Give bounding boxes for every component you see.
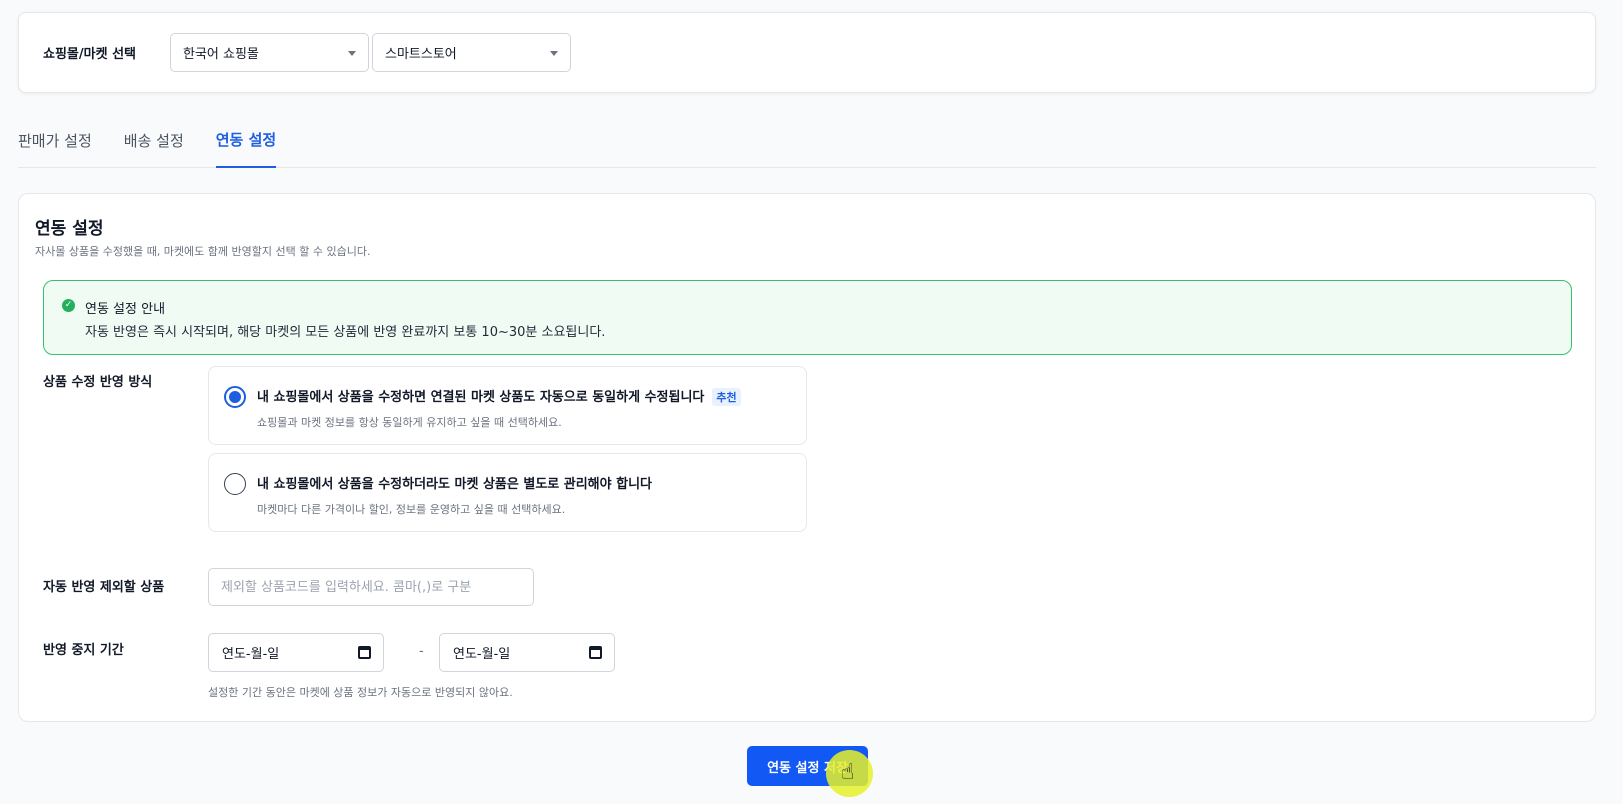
- reflect-mode-label: 상품 수정 반영 방식: [43, 375, 153, 390]
- notice-body: 자동 반영은 즉시 시작되며, 해당 마켓의 모든 상품에 반영 완료까지 보통…: [85, 325, 606, 340]
- panel-title: 연동 설정: [35, 219, 104, 239]
- exclude-products-label: 자동 반영 제외할 상품: [43, 580, 165, 595]
- settings-tabs: 판매가 설정 배송 설정 연동 설정: [18, 118, 1596, 168]
- radio-manual-sync[interactable]: [224, 473, 246, 495]
- pause-end-date-input[interactable]: 연도-월-일: [439, 633, 615, 672]
- market-select[interactable]: 스마트스토어: [372, 33, 571, 72]
- option-auto-description: 쇼핑몰과 마켓 정보를 항상 동일하게 유지하고 싶을 때 선택하세요.: [257, 416, 562, 429]
- check-circle-icon: ✓: [62, 299, 75, 312]
- market-selector-label: 쇼핑몰/마켓 선택: [43, 47, 136, 62]
- calendar-icon[interactable]: [358, 646, 371, 659]
- option-auto-title: 내 쇼핑몰에서 상품을 수정하면 연결된 마켓 상품도 자동으로 동일하게 수정…: [257, 386, 741, 406]
- save-sync-settings-button[interactable]: 연동 설정 저장: [747, 746, 868, 786]
- date-range-separator: -: [419, 644, 424, 659]
- notice-title: 연동 설정 안내: [85, 302, 166, 317]
- pause-end-date-placeholder: 연도-월-일: [453, 647, 511, 662]
- radio-auto-sync[interactable]: [224, 386, 246, 408]
- market-select-value: 스마트스토어: [385, 47, 457, 62]
- sync-notice-box: ✓ 연동 설정 안내 자동 반영은 즉시 시작되며, 해당 마켓의 모든 상품에…: [43, 280, 1572, 355]
- shop-select-value: 한국어 쇼핑몰: [183, 47, 259, 62]
- exclude-products-input[interactable]: [208, 568, 534, 606]
- chevron-down-icon: [348, 51, 356, 56]
- option-manual-description: 마켓마다 다른 가격이나 할인, 정보를 운영하고 싶을 때 선택하세요.: [257, 503, 566, 516]
- panel-description: 자사몰 상품을 수정했을 때, 마켓에도 함께 반영할지 선택 할 수 있습니다…: [35, 245, 371, 258]
- option-auto-title-text: 내 쇼핑몰에서 상품을 수정하면 연결된 마켓 상품도 자동으로 동일하게 수정…: [257, 390, 705, 405]
- recommended-badge: 추천: [712, 388, 741, 406]
- tab-shipping-settings[interactable]: 배송 설정: [124, 118, 184, 168]
- reflect-mode-option-auto[interactable]: 내 쇼핑몰에서 상품을 수정하면 연결된 마켓 상품도 자동으로 동일하게 수정…: [208, 366, 807, 445]
- pause-start-date-placeholder: 연도-월-일: [222, 647, 280, 662]
- pause-start-date-input[interactable]: 연도-월-일: [208, 633, 384, 672]
- market-selector-bar: 쇼핑몰/마켓 선택 한국어 쇼핑몰 스마트스토어: [18, 12, 1596, 93]
- option-manual-title: 내 쇼핑몰에서 상품을 수정하더라도 마켓 상품은 별도로 관리해야 합니다: [257, 477, 653, 492]
- pause-period-label: 반영 중지 기간: [43, 643, 124, 658]
- tab-sync-settings[interactable]: 연동 설정: [215, 118, 277, 168]
- pause-period-help: 설정한 기간 동안은 마켓에 상품 정보가 자동으로 반영되지 않아요.: [208, 686, 513, 699]
- chevron-down-icon: [550, 51, 558, 56]
- tab-price-settings[interactable]: 판매가 설정: [18, 118, 92, 168]
- shop-select[interactable]: 한국어 쇼핑몰: [170, 33, 369, 72]
- reflect-mode-option-manual[interactable]: 내 쇼핑몰에서 상품을 수정하더라도 마켓 상품은 별도로 관리해야 합니다 마…: [208, 453, 807, 532]
- sync-settings-panel: 연동 설정 자사몰 상품을 수정했을 때, 마켓에도 함께 반영할지 선택 할 …: [18, 193, 1596, 722]
- calendar-icon[interactable]: [589, 646, 602, 659]
